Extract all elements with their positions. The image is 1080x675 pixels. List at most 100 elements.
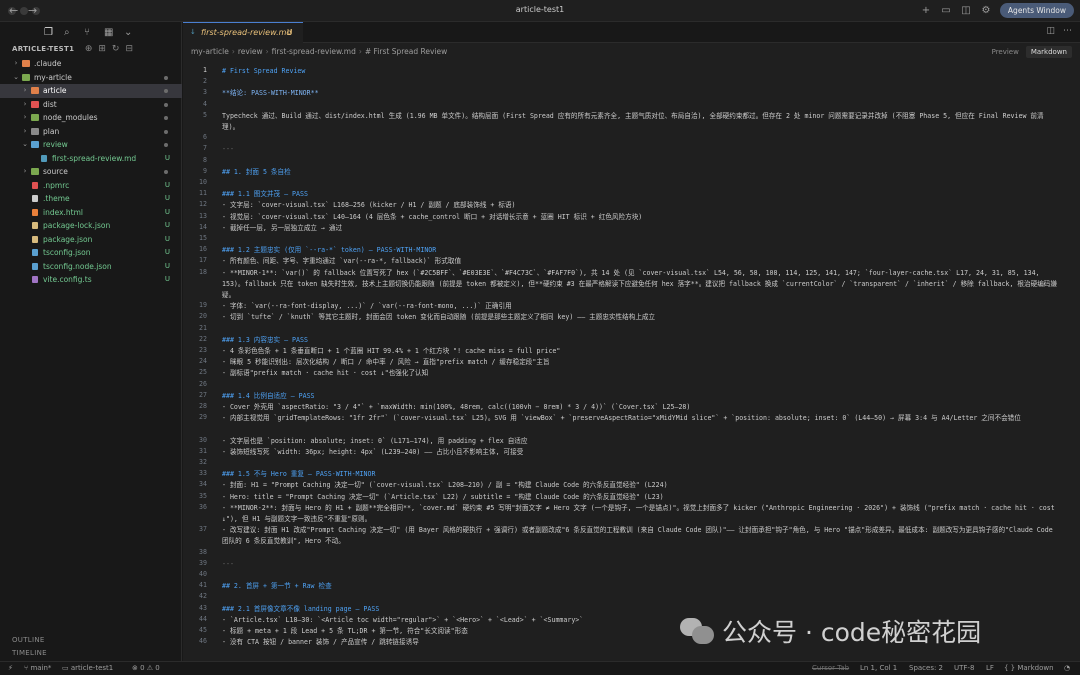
language-mode[interactable]: { } Markdown [1004, 664, 1054, 672]
code-line[interactable]: - 没有 CTA 按钮 / banner 装饰 / 产品宣传 / 跳转链接诱导 [222, 637, 1057, 648]
tree-item-label: .theme [43, 194, 70, 203]
tree-item-first-spread-review-md[interactable]: first-spread-review.md U [0, 152, 182, 166]
files-icon[interactable]: ❐ [44, 27, 53, 38]
code-line[interactable]: - `Article.tsx` L18–30: `<Article toc wi… [222, 615, 1057, 626]
line-number: 36 [199, 502, 207, 511]
extensions-icon[interactable]: ▦ [104, 27, 113, 38]
markdown-toggle[interactable]: Markdown [1025, 46, 1072, 58]
breadcrumb-item[interactable]: my-article [191, 47, 229, 56]
search-icon[interactable]: ⌕ [64, 27, 70, 38]
code-line[interactable]: - 文字层也是 `position: absolute; inset: 0` (… [222, 436, 1057, 447]
tree-item-tsconfig-json[interactable]: tsconfig.json U [0, 246, 182, 260]
code-area[interactable]: 1 # First Spread Review 2 3 **结论: PASS-WITH-… [183, 62, 1080, 661]
code-line[interactable]: --- [222, 144, 1057, 155]
timeline-section[interactable]: TIMELINE [12, 649, 47, 657]
code-line[interactable]: # First Spread Review [222, 66, 1057, 77]
git-status-badge: U [164, 180, 170, 189]
code-line[interactable]: - 眯眼 5 秒能识别出: 层次化结构 / 断口 / 命中率 / 风险 → 直指… [222, 357, 1057, 368]
breadcrumb-item[interactable]: # First Spread Review [365, 47, 447, 56]
problems-indicator[interactable]: ⊗ 0 ⚠ 0 [132, 664, 160, 672]
folder-indicator[interactable]: ▭ article-test1 [62, 664, 113, 672]
code-line[interactable]: - **MINOR-1**: `var()` 的 fallback 位置写死了 … [222, 268, 1057, 302]
new-file-icon[interactable]: ⊕ [85, 44, 93, 54]
tree-item--npmrc[interactable]: .npmrc U [0, 179, 182, 193]
forward-button[interactable]: → [28, 4, 37, 17]
chevron-down-icon[interactable]: ⌄ [124, 27, 132, 38]
remote-icon[interactable]: ⚡ [8, 664, 13, 672]
cursor-tab-indicator[interactable]: Cursor Tab [812, 664, 849, 672]
file-icon [32, 195, 38, 202]
code-line[interactable]: ### 1.5 不与 Hero 重复 — PASS-WITH-MINOR [222, 469, 1057, 480]
tree-item-package-json[interactable]: package.json U [0, 233, 182, 247]
file-icon [32, 222, 38, 229]
code-line[interactable]: - **MINOR-2**: 封面与 Hero 的 H1 + 副题**完全相同*… [222, 503, 1057, 525]
code-line[interactable]: ### 1.1 图文并茂 — PASS [222, 189, 1057, 200]
tree-item-package-lock-json[interactable]: package-lock.json U [0, 219, 182, 233]
refresh-icon[interactable]: ↻ [112, 44, 120, 54]
tree-item-source[interactable]: › source [0, 165, 182, 179]
notifications-icon[interactable]: ◔ [1064, 664, 1070, 672]
code-line[interactable]: ### 1.2 主题忠实 (仅用 `--ra-*` token) — PASS-… [222, 245, 1057, 256]
cursor-position[interactable]: Ln 1, Col 1 [860, 664, 897, 672]
agents-window-button[interactable]: Agents Window [999, 3, 1074, 18]
code-line[interactable]: - 截掉任一层, 另一层独立成立 → 通过 [222, 223, 1057, 234]
code-line[interactable]: - 标题 + meta + 1 段 Lead + 5 条 TL;DR + 第一节… [222, 626, 1057, 637]
window-minimize-button[interactable] [20, 7, 28, 15]
tree-item--theme[interactable]: .theme U [0, 192, 182, 206]
code-line[interactable]: - 所有颜色、间距、字号、字重均通过 `var(--ra-*, fallback… [222, 256, 1057, 267]
chat-icon[interactable]: ▭ [940, 5, 952, 17]
layout-icon[interactable]: ◫ [960, 5, 972, 17]
outline-section[interactable]: OUTLINE [12, 636, 45, 644]
source-control-icon[interactable]: ⑂ [84, 27, 90, 38]
breadcrumb-item[interactable]: first-spread-review.md [272, 47, 356, 56]
code-line[interactable]: - 字体: `var(--ra-font-display, ...)` / `v… [222, 301, 1057, 312]
tree-item-vite-config-ts[interactable]: vite.config.ts U [0, 273, 182, 287]
code-line[interactable]: - 内部主视觉用 `gridTemplateRows: "1fr 2fr"` (… [222, 413, 1057, 424]
code-line[interactable]: ### 1.3 内容忠实 — PASS [222, 335, 1057, 346]
breadcrumb-item[interactable]: review [238, 47, 263, 56]
code-line[interactable]: ## 1. 封面 5 条自检 [222, 167, 1057, 178]
code-line[interactable]: - Cover 外壳用 `aspectRatio: "3 / 4"` + `ma… [222, 402, 1057, 413]
tree-item-plan[interactable]: › plan [0, 125, 182, 139]
code-line[interactable]: - 4 条彩色色条 + 1 条垂直断口 + 1 个蓝圈 HIT 99.4% + … [222, 346, 1057, 357]
tree-item-index-html[interactable]: index.html U [0, 206, 182, 220]
code-line[interactable]: - 副标语"prefix match · cache hit · cost ↓"… [222, 368, 1057, 379]
tree-item-review[interactable]: ⌄ review [0, 138, 182, 152]
encoding[interactable]: UTF-8 [954, 664, 974, 672]
code-line[interactable]: ## 2. 首屏 + 第一节 + Raw 检查 [222, 581, 1057, 592]
tab-first-spread-review[interactable]: ↓ first-spread-review.md U [183, 22, 303, 43]
code-line[interactable]: --- [222, 559, 1057, 570]
preview-toggle[interactable]: Preview [987, 46, 1024, 58]
back-button[interactable]: ← [9, 4, 18, 17]
settings-icon[interactable]: ⚙ [980, 5, 992, 17]
tree-item-dist[interactable]: › dist [0, 98, 182, 112]
tree-item-article[interactable]: › article [0, 84, 182, 98]
code-line[interactable]: Typecheck 通过、Build 通过、dist/index.html 生成… [222, 111, 1057, 133]
code-line[interactable]: - 装饰短线写死 `width: 36px; height: 4px` (L23… [222, 447, 1057, 458]
code-line[interactable]: - 视觉层: `cover-visual.tsx` L40–164 (4 层色条… [222, 212, 1057, 223]
split-editor-icon[interactable]: ◫ [1046, 26, 1055, 36]
line-ending[interactable]: LF [986, 664, 994, 672]
tree-item--claude[interactable]: › .claude [0, 57, 182, 71]
code-line[interactable]: - 切到 `tufte` / `knuth` 等其它主题时, 封面会因 toke… [222, 312, 1057, 323]
tree-item-node-modules[interactable]: › node_modules [0, 111, 182, 125]
tree-item-tsconfig-node-json[interactable]: tsconfig.node.json U [0, 260, 182, 274]
code-line[interactable]: ### 1.4 比例自适应 — PASS [222, 391, 1057, 402]
code-line[interactable]: ### 2.1 首屏像文章不像 landing page — PASS [222, 604, 1057, 615]
indentation[interactable]: Spaces: 2 [909, 664, 943, 672]
new-folder-icon[interactable]: ⊞ [98, 44, 106, 54]
add-icon[interactable]: + [920, 5, 932, 17]
modified-dot-icon [164, 116, 168, 120]
code-line[interactable]: - 文字层: `cover-visual.tsx` L168–256 (kick… [222, 200, 1057, 211]
more-actions-icon[interactable]: ⋯ [1063, 26, 1072, 36]
code-line[interactable]: - 封面: H1 = "Prompt Caching 决定一切" (`cover… [222, 480, 1057, 491]
code-line[interactable]: - 改写建议: 封面 H1 改成"Prompt Caching 决定一切" (用… [222, 525, 1057, 547]
modified-dot-icon [164, 170, 168, 174]
code-line[interactable]: **结论: PASS-WITH-MINOR** [222, 88, 1057, 99]
code-line[interactable]: - Hero: title = "Prompt Caching 决定一切" (`… [222, 492, 1057, 503]
branch-indicator[interactable]: ⑂ main* [24, 664, 51, 672]
tree-item-my-article[interactable]: ⌄ my-article [0, 71, 182, 85]
collapse-icon[interactable]: ⊟ [125, 44, 133, 54]
git-status-badge: U [164, 275, 170, 283]
explorer-header[interactable]: ARTICLE-TEST1 [12, 45, 74, 53]
